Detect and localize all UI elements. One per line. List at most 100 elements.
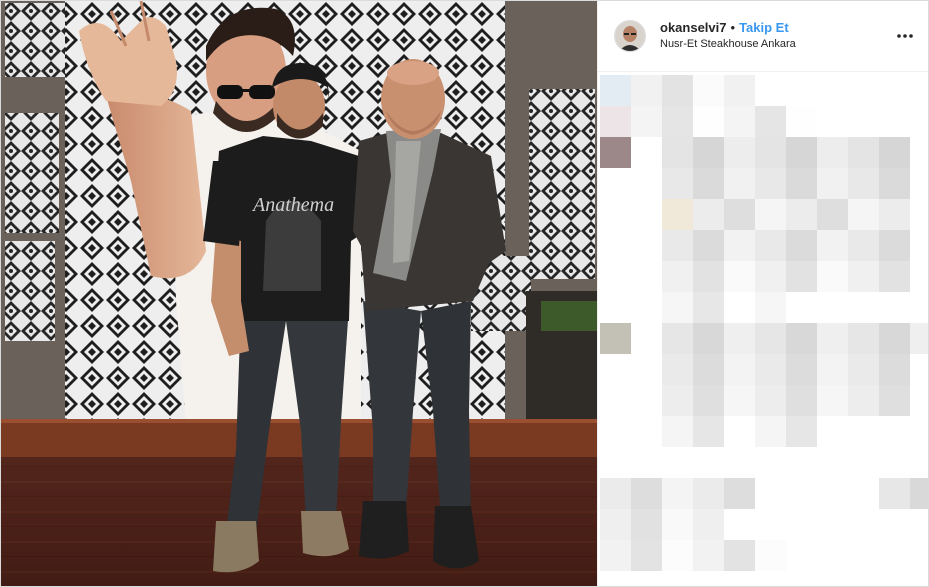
- pixelated-block: [879, 230, 910, 261]
- pixelated-block: [693, 199, 724, 230]
- pixelated-block: [693, 354, 724, 385]
- more-horizontal-icon[interactable]: [896, 28, 914, 44]
- pixelated-block: [817, 168, 848, 199]
- pixelated-block: [786, 199, 817, 230]
- pixelated-block: [662, 292, 693, 323]
- pixelated-block: [817, 354, 848, 385]
- location-link[interactable]: Nusr-Et Steakhouse Ankara: [660, 36, 796, 53]
- pixelated-block: [724, 478, 755, 509]
- pixelated-block: [848, 261, 879, 292]
- pixelated-block: [662, 509, 693, 540]
- pixelated-block: [817, 323, 848, 354]
- pixelated-block: [817, 385, 848, 416]
- pixelated-block: [693, 478, 724, 509]
- pixelated-block: [786, 137, 817, 168]
- profile-avatar[interactable]: [614, 20, 646, 52]
- pixelated-block: [631, 478, 662, 509]
- pixelated-block: [817, 261, 848, 292]
- pixelated-block: [724, 540, 755, 571]
- pixelated-block: [693, 323, 724, 354]
- pixelated-block: [724, 416, 755, 447]
- pixelated-block: [879, 323, 910, 354]
- pixelated-block: [786, 354, 817, 385]
- pixelated-block: [786, 323, 817, 354]
- pixelated-block: [848, 323, 879, 354]
- pixelated-block: [693, 168, 724, 199]
- pixelated-block: [662, 354, 693, 385]
- pixelated-block: [879, 354, 910, 385]
- post-photo[interactable]: Anathema: [1, 1, 597, 586]
- pixelated-block: [724, 75, 755, 106]
- pixelated-block: [693, 261, 724, 292]
- pixelated-block: [662, 106, 693, 137]
- pixelated-block: [724, 323, 755, 354]
- pixelated-block: [879, 199, 910, 230]
- post-header: okanselvi7 • Takip Et Nusr-Et Steakhouse A…: [598, 1, 928, 72]
- pixelated-block: [786, 230, 817, 261]
- pixelated-block: [724, 354, 755, 385]
- pixelated-block: [879, 385, 910, 416]
- post-image: Anathema: [1, 1, 597, 586]
- pixelated-block: [631, 540, 662, 571]
- pixelated-block: [631, 509, 662, 540]
- pixelated-block: [848, 199, 879, 230]
- pixelated-block: [879, 168, 910, 199]
- pixelated-block: [879, 137, 910, 168]
- pixelated-block: [724, 199, 755, 230]
- pixelated-block: [786, 106, 817, 137]
- pixelated-comments-area: [598, 73, 928, 586]
- pixelated-block: [693, 292, 724, 323]
- pixelated-block: [693, 416, 724, 447]
- instagram-post: Anathema okanselvi7 • Takip Et Nusr-Et S…: [0, 0, 929, 587]
- separator-dot: •: [730, 20, 736, 35]
- pixelated-block: [755, 199, 786, 230]
- pixelated-block: [848, 385, 879, 416]
- pixelated-block: [755, 168, 786, 199]
- pixelated-block: [600, 478, 631, 509]
- pixelated-block: [755, 416, 786, 447]
- pixelated-block: [693, 137, 724, 168]
- pixelated-block: [910, 478, 928, 509]
- pixelated-block: [662, 168, 693, 199]
- pixelated-block: [724, 230, 755, 261]
- pixelated-block: [755, 540, 786, 571]
- pixelated-block: [817, 230, 848, 261]
- pixelated-block: [724, 106, 755, 137]
- pixelated-block: [755, 137, 786, 168]
- pixelated-block: [662, 478, 693, 509]
- pixelated-block: [662, 230, 693, 261]
- pixelated-block: [910, 323, 928, 354]
- pixelated-block: [724, 261, 755, 292]
- pixelated-block: [693, 75, 724, 106]
- header-text: okanselvi7 • Takip Et Nusr-Et Steakhouse A…: [660, 19, 796, 53]
- pixelated-block: [879, 478, 910, 509]
- pixelated-block: [662, 261, 693, 292]
- pixelated-block: [724, 292, 755, 323]
- pixelated-block: [786, 168, 817, 199]
- pixelated-block: [693, 385, 724, 416]
- avatar-image: [615, 21, 645, 51]
- pixelated-block: [662, 137, 693, 168]
- pixelated-block: [848, 354, 879, 385]
- pixelated-block: [600, 137, 631, 168]
- follow-button[interactable]: Takip Et: [739, 20, 789, 35]
- pixelated-block: [693, 509, 724, 540]
- pixelated-block: [693, 230, 724, 261]
- pixelated-block: [786, 416, 817, 447]
- pixelated-block: [662, 323, 693, 354]
- pixelated-block: [879, 261, 910, 292]
- header-line: okanselvi7 • Takip Et: [660, 19, 796, 36]
- pixelated-block: [755, 106, 786, 137]
- pixelated-block: [600, 106, 631, 137]
- pixelated-block: [755, 261, 786, 292]
- pixelated-block: [817, 199, 848, 230]
- pixelated-block: [693, 540, 724, 571]
- pixelated-block: [631, 75, 662, 106]
- pixelated-block: [600, 540, 631, 571]
- pixelated-block: [662, 75, 693, 106]
- pixelated-block: [600, 509, 631, 540]
- username-link[interactable]: okanselvi7: [660, 20, 727, 35]
- pixelated-block: [848, 168, 879, 199]
- pixelated-block: [848, 137, 879, 168]
- pixelated-block: [755, 385, 786, 416]
